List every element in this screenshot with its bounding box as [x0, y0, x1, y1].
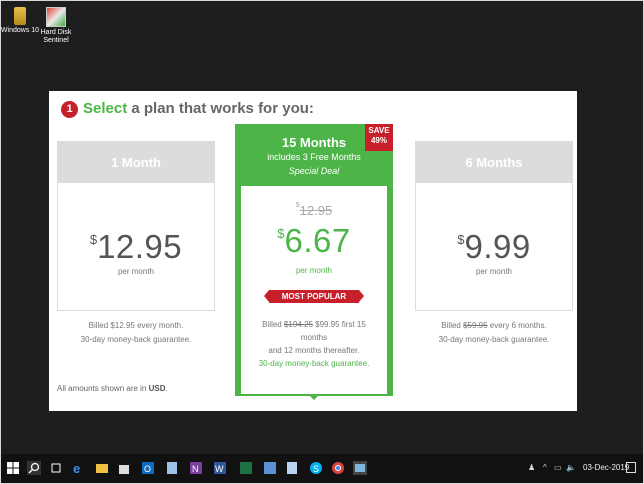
- currency-note: All amounts shown are in USD.: [57, 384, 168, 393]
- save-badge: SAVE 49%: [365, 124, 393, 151]
- guarantee-line: 30-day money-back guarantee.: [258, 359, 370, 368]
- svg-text:e: e: [73, 461, 80, 475]
- search-icon[interactable]: [27, 461, 41, 475]
- currency-symbol: $: [89, 232, 98, 247]
- notes-icon[interactable]: [285, 461, 299, 475]
- task-view-icon[interactable]: [49, 461, 63, 475]
- price-amount: 12.95: [97, 228, 183, 265]
- word-doc-icon[interactable]: [263, 461, 277, 475]
- price-amount: 9.99: [464, 228, 531, 265]
- billing-line: Billed $12.95 every month.: [88, 321, 184, 330]
- currency-symbol: $: [457, 232, 465, 247]
- save-percent: 49%: [370, 136, 387, 145]
- billing-line-3: and 12 months thereafter.: [268, 346, 360, 355]
- app-window-icon[interactable]: [353, 461, 367, 475]
- svg-text:S: S: [313, 464, 319, 474]
- billing-prefix: Billed: [262, 320, 284, 329]
- billing-rest: every 6 months.: [487, 321, 547, 330]
- onenote-icon[interactable]: N: [189, 461, 203, 475]
- plan-name: 1 Month: [58, 142, 214, 183]
- desktop-icon-label: Hard Disk: [40, 29, 72, 36]
- plan-subtitle: includes 3 Free Months: [267, 152, 361, 162]
- people-icon[interactable]: ♟: [528, 463, 535, 472]
- start-icon[interactable]: [6, 461, 20, 475]
- billing-old-amount: $194.25: [283, 320, 313, 329]
- title-highlight: Select: [83, 100, 128, 117]
- billing-line: Billed $194.25 $99.95 first 15: [241, 318, 387, 331]
- page-title: 1 Select a plan that works for you:: [61, 100, 314, 118]
- per-month-label: per month: [475, 267, 513, 276]
- billing-line: Billed $59.95 every 6 months.: [416, 319, 572, 333]
- notification-icon[interactable]: [626, 462, 636, 473]
- folder-icon: [14, 7, 26, 25]
- tray-caret[interactable]: ^: [543, 463, 547, 472]
- svg-text:N: N: [192, 464, 199, 474]
- word-icon[interactable]: W: [213, 461, 227, 475]
- plan-price: $9.99: [416, 228, 572, 266]
- step-number-badge: 1: [61, 101, 78, 118]
- billing-prefix: Billed: [441, 321, 464, 330]
- screen: Windows 10 Hard Disk Sentinel 1 Select a …: [0, 0, 644, 484]
- hard-disk-sentinel-icon: [46, 7, 66, 27]
- guarantee-line: 30-day money-back guarantee.: [80, 335, 192, 344]
- billing-old-amount: $59.95: [463, 321, 488, 330]
- plan-selection-panel: 1 Select a plan that works for you: 1 Mon…: [49, 91, 577, 411]
- selected-arrow-indicator: [308, 394, 320, 400]
- billing-info: Billed $194.25 $99.95 first 15 months an…: [241, 318, 387, 370]
- desktop-icon-label-2: Sentinel: [43, 37, 69, 44]
- volume-icon[interactable]: 🔈: [566, 463, 576, 472]
- billing-line-2: months: [300, 333, 328, 342]
- plan-card-6-months[interactable]: 6 Months $9.99 per month Billed $59.95 e…: [415, 141, 573, 344]
- skype-icon[interactable]: S: [309, 461, 323, 475]
- billing-info: Billed $59.95 every 6 months. 30-day mon…: [416, 319, 572, 347]
- excel-icon[interactable]: [239, 461, 253, 475]
- save-label: SAVE: [368, 126, 390, 135]
- clock-date[interactable]: 03-Dec-2019: [583, 463, 629, 472]
- note-text: All amounts shown are in: [57, 384, 149, 393]
- store-icon[interactable]: [117, 461, 131, 475]
- notepad-icon[interactable]: [165, 461, 179, 475]
- svg-text:O: O: [144, 464, 151, 474]
- plan-name: 6 Months: [416, 142, 572, 183]
- title-text: a plan that works for you:: [127, 100, 314, 117]
- guarantee-line: 30-day money-back guarantee.: [438, 335, 550, 344]
- svg-text:W: W: [215, 464, 224, 474]
- plan-card-1-month[interactable]: 1 Month $12.95 per month Billed $12.95 e…: [57, 141, 215, 344]
- chrome-icon[interactable]: [331, 461, 345, 475]
- battery-icon[interactable]: ▭: [554, 463, 562, 472]
- desktop-icon-hard-disk-sentinel[interactable]: Hard Disk Sentinel: [33, 7, 79, 45]
- old-price-amount: 12.95: [299, 203, 333, 218]
- taskbar: e O N W S ♟ ^ ▭ 🔈 03-Dec-2019: [1, 454, 643, 483]
- plan-price: $6.67: [241, 222, 387, 260]
- currency-symbol: $: [277, 226, 285, 241]
- old-price: $12.95: [241, 202, 387, 220]
- billing-new-amount: $99.95 first 15: [312, 320, 366, 329]
- note-suffix: .: [165, 384, 168, 393]
- billing-info: Billed $12.95 every month. 30-day money-…: [58, 319, 214, 347]
- plan-card-15-months[interactable]: 15 Months includes 3 Free Months Special…: [235, 124, 393, 400]
- per-month-label: per month: [117, 267, 155, 276]
- note-currency: USD: [148, 384, 166, 393]
- most-popular-badge: MOST POPULAR: [264, 290, 364, 303]
- special-deal-label: Special Deal: [288, 166, 340, 176]
- outlook-icon[interactable]: O: [141, 461, 155, 475]
- file-explorer-icon[interactable]: [95, 461, 109, 475]
- plan-card-body: $12.95 $6.67 per month MOST POPULAR Bill…: [241, 186, 387, 394]
- per-month-label: per month: [295, 266, 333, 275]
- plan-price: $12.95: [58, 228, 214, 266]
- price-amount: 6.67: [284, 222, 351, 259]
- edge-icon[interactable]: e: [71, 461, 85, 475]
